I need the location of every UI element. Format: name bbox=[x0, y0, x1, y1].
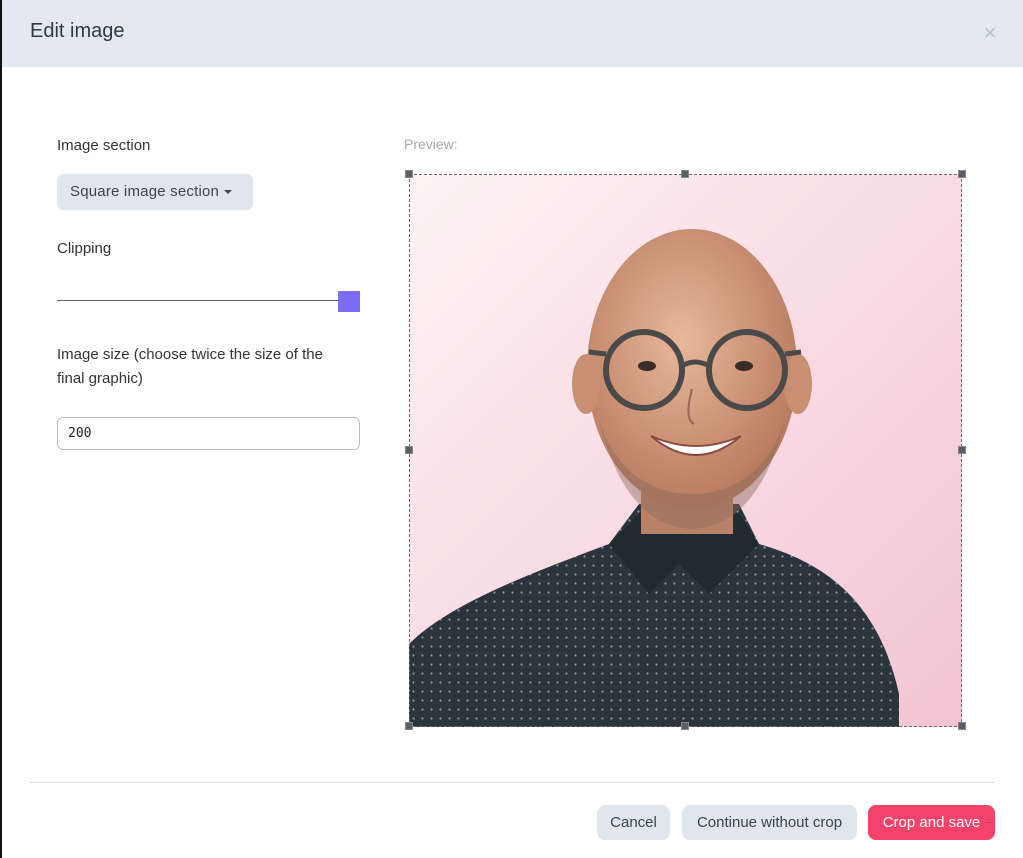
crop-handle-left[interactable] bbox=[405, 446, 413, 454]
close-icon[interactable]: × bbox=[981, 22, 999, 44]
window-edge bbox=[0, 0, 2, 858]
crop-handle-bottom[interactable] bbox=[681, 722, 689, 730]
crop-frame[interactable] bbox=[409, 174, 962, 727]
clipping-slider-handle[interactable] bbox=[338, 291, 360, 312]
image-size-label-line2: final graphic) bbox=[57, 370, 143, 387]
cancel-button[interactable]: Cancel bbox=[597, 805, 670, 840]
crop-handle-top-right[interactable] bbox=[958, 170, 966, 178]
caret-down-icon bbox=[224, 190, 233, 195]
clipping-label: Clipping bbox=[57, 240, 112, 257]
crop-handle-top[interactable] bbox=[681, 170, 689, 178]
crop-and-save-button[interactable]: Crop and save bbox=[868, 805, 995, 840]
image-size-input[interactable] bbox=[57, 417, 360, 450]
image-section-label: Image section bbox=[57, 137, 151, 154]
preview-label: Preview: bbox=[404, 136, 458, 152]
image-section-dropdown[interactable]: Square image section bbox=[57, 174, 253, 210]
image-size-label-line1: Image size (choose twice the size of the bbox=[57, 346, 323, 363]
dialog-header: Edit image × bbox=[2, 0, 1023, 67]
continue-without-crop-button[interactable]: Continue without crop bbox=[682, 805, 857, 840]
crop-handle-bottom-right[interactable] bbox=[958, 722, 966, 730]
crop-handle-bottom-left[interactable] bbox=[405, 722, 413, 730]
crop-handle-right[interactable] bbox=[958, 446, 966, 454]
image-section-selected: Square image section bbox=[70, 183, 220, 200]
crop-handle-top-left[interactable] bbox=[405, 170, 413, 178]
footer-divider bbox=[29, 782, 995, 783]
clipping-slider-track[interactable] bbox=[57, 300, 347, 301]
dialog-title: Edit image bbox=[30, 20, 125, 42]
